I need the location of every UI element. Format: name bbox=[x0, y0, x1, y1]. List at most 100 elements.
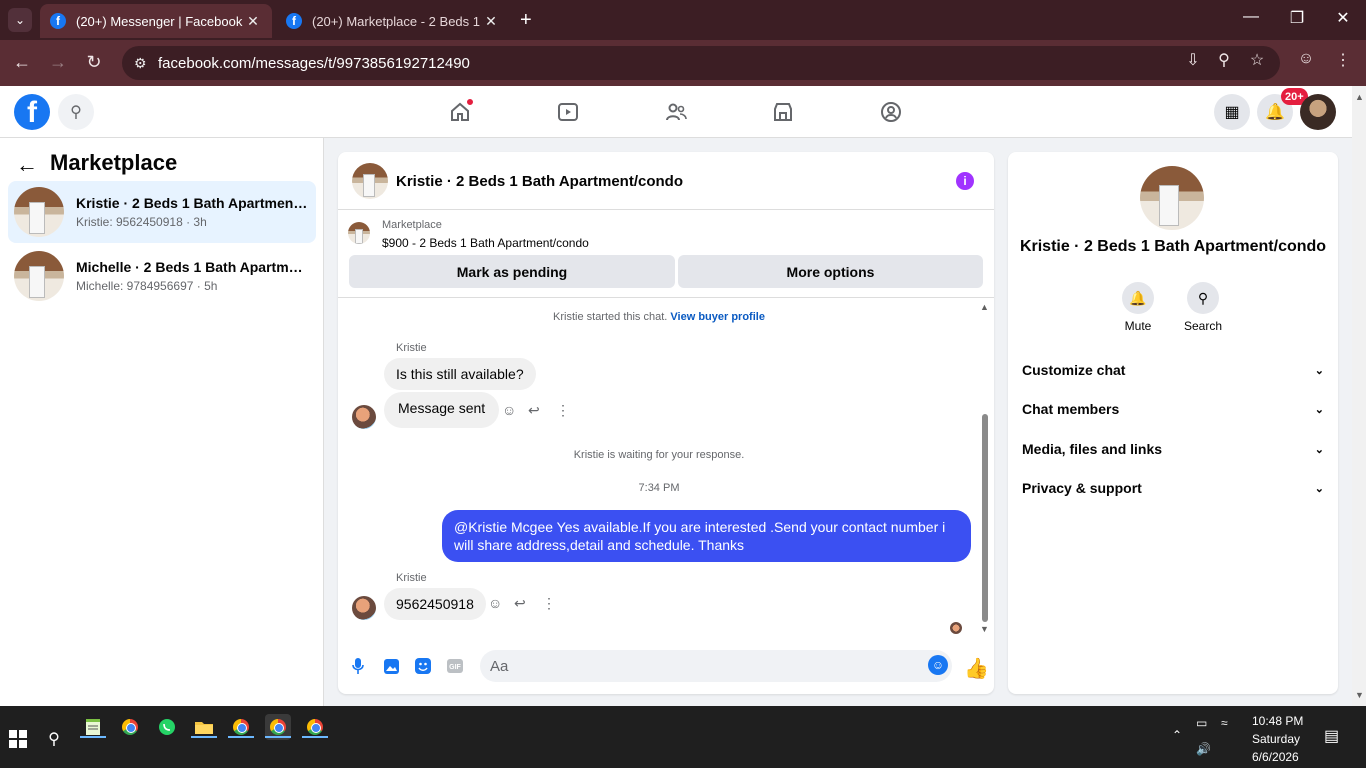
mute-label: Mute bbox=[1124, 319, 1152, 333]
section-label: Chat members bbox=[1022, 401, 1120, 417]
volume-icon[interactable]: 🔊 bbox=[1196, 742, 1211, 756]
page-scroll-down-icon[interactable]: ▼ bbox=[1355, 690, 1364, 700]
tab-title: (20+) Marketplace - 2 Beds 1 Ba bbox=[312, 13, 482, 29]
tab-marketplace[interactable]: f (20+) Marketplace - 2 Beds 1 Ba ✕ bbox=[276, 4, 510, 38]
section-chat-members[interactable]: Chat members ⌄ bbox=[1022, 398, 1324, 420]
clock-time: 10:48 PM bbox=[1252, 714, 1304, 728]
tab-close-icon[interactable]: ✕ bbox=[244, 13, 262, 30]
listing-thumbnail bbox=[14, 251, 64, 301]
outgoing-message[interactable]: @Kristie Mcgee Yes available.If you are … bbox=[442, 510, 971, 562]
taskbar-search-icon[interactable]: ⚲ bbox=[41, 726, 67, 752]
minimize-icon[interactable]: — bbox=[1236, 8, 1266, 26]
marketplace-icon[interactable] bbox=[769, 98, 797, 126]
conversation-item[interactable]: Kristie · 2 Beds 1 Bath Apartment/condo … bbox=[8, 181, 316, 243]
like-thumb-icon[interactable]: 👍 bbox=[964, 656, 989, 681]
incoming-message[interactable]: Is this still available? bbox=[384, 358, 536, 390]
tab-messenger[interactable]: f (20+) Messenger | Facebook ✕ bbox=[40, 4, 272, 38]
more-actions-icon[interactable]: ⋮ bbox=[556, 402, 570, 419]
sender-avatar[interactable] bbox=[352, 596, 376, 620]
section-customize-chat[interactable]: Customize chat ⌄ bbox=[1022, 359, 1324, 381]
marketplace-listing-strip: Marketplace $900 - 2 Beds 1 Bath Apartme… bbox=[338, 210, 994, 298]
back-arrow-icon[interactable]: ← bbox=[16, 152, 38, 178]
url-text: facebook.com/messages/t/9973856192712490 bbox=[158, 54, 470, 72]
whatsapp-app-icon[interactable] bbox=[154, 714, 180, 740]
chat-title[interactable]: Kristie · 2 Beds 1 Bath Apartment/condo bbox=[396, 173, 683, 190]
facebook-top-nav: f ⚲ ▦ 🔔 bbox=[0, 86, 1352, 138]
window-close-icon[interactable]: ✕ bbox=[1328, 8, 1358, 28]
address-bar[interactable]: ⚙ facebook.com/messages/t/99738561927124… bbox=[122, 46, 1280, 80]
windows-start-icon[interactable] bbox=[5, 726, 31, 752]
chevron-down-icon: ⌄ bbox=[1314, 364, 1324, 377]
view-buyer-profile-link[interactable]: View buyer profile bbox=[670, 311, 765, 323]
bookmark-star-icon[interactable]: ☆ bbox=[1246, 50, 1268, 70]
running-indicator bbox=[191, 736, 217, 738]
sender-avatar[interactable] bbox=[352, 405, 376, 429]
search-icon[interactable]: ⚲ bbox=[58, 94, 94, 130]
new-tab-icon[interactable]: + bbox=[520, 10, 532, 30]
back-icon[interactable]: ← bbox=[10, 52, 34, 73]
sender-name: Kristie bbox=[396, 572, 427, 584]
conversation-item[interactable]: Michelle · 2 Beds 1 Bath Apartment/condo… bbox=[8, 245, 316, 307]
scroll-down-arrow-icon[interactable]: ▼ bbox=[980, 624, 989, 634]
reply-icon[interactable]: ↩ bbox=[528, 402, 540, 419]
react-emoji-icon[interactable]: ☺ bbox=[502, 402, 516, 418]
more-actions-icon[interactable]: ⋮ bbox=[542, 595, 556, 612]
mark-as-pending-button[interactable]: Mark as pending bbox=[349, 255, 675, 288]
panel-title: Marketplace bbox=[50, 150, 178, 175]
page-scrollbar[interactable]: ▲ ▼ bbox=[1352, 86, 1366, 706]
restore-icon[interactable]: ❐ bbox=[1282, 8, 1312, 28]
message-list: Kristie started this chat. View buyer pr… bbox=[338, 298, 994, 640]
gif-icon[interactable]: GIF bbox=[445, 656, 465, 676]
groups-icon[interactable] bbox=[877, 98, 905, 126]
listing-thumbnail[interactable] bbox=[1140, 166, 1204, 230]
chat-header: Kristie · 2 Beds 1 Bath Apartment/condo … bbox=[338, 152, 994, 210]
incoming-message[interactable]: Message sent bbox=[384, 392, 500, 428]
more-options-button[interactable]: More options bbox=[678, 255, 983, 288]
facebook-logo-icon[interactable]: f bbox=[14, 94, 50, 130]
friends-icon[interactable] bbox=[662, 98, 690, 126]
chat-started-text: Kristie started this chat. bbox=[553, 311, 668, 323]
incoming-message[interactable]: 9562450918 bbox=[384, 588, 486, 620]
system-clock[interactable]: 10:48 PM Saturday 6/6/2026 bbox=[1252, 712, 1303, 766]
action-center-icon[interactable]: ▤ bbox=[1324, 726, 1339, 746]
listing-price-title[interactable]: $900 - 2 Beds 1 Bath Apartment/condo bbox=[382, 236, 589, 250]
sticker-icon[interactable] bbox=[413, 656, 433, 676]
emoji-icon[interactable]: ☺ bbox=[928, 655, 948, 675]
marketplace-conversations-panel: ← Marketplace Kristie · 2 Beds 1 Bath Ap… bbox=[0, 138, 324, 706]
tab-search-chevron-icon[interactable]: ⌄ bbox=[8, 8, 32, 32]
battery-icon[interactable]: ▭ bbox=[1196, 716, 1207, 730]
section-media-files-links[interactable]: Media, files and links ⌄ bbox=[1022, 438, 1324, 460]
search-in-chat-icon[interactable]: ⚲ bbox=[1187, 282, 1219, 314]
video-icon[interactable] bbox=[554, 98, 582, 126]
site-info-icon[interactable]: ⚙ bbox=[134, 55, 147, 72]
chevron-down-icon: ⌄ bbox=[1314, 482, 1324, 495]
wifi-icon[interactable]: ≈ bbox=[1221, 716, 1228, 730]
mute-bell-icon[interactable]: 🔔 bbox=[1122, 282, 1154, 314]
react-emoji-icon[interactable]: ☺ bbox=[488, 595, 502, 611]
message-input[interactable]: Aa bbox=[480, 650, 952, 682]
home-notification-dot bbox=[466, 98, 474, 106]
menu-grid-icon[interactable]: ▦ bbox=[1214, 94, 1250, 130]
show-hidden-icons-chevron-icon[interactable]: ⌃ bbox=[1172, 728, 1182, 742]
message-scrollbar[interactable] bbox=[982, 414, 988, 622]
section-privacy-support[interactable]: Privacy & support ⌄ bbox=[1022, 477, 1324, 499]
forward-icon[interactable]: → bbox=[46, 52, 70, 73]
zoom-icon[interactable]: ⚲ bbox=[1213, 50, 1235, 70]
conversation-info-panel: Kristie · 2 Beds 1 Bath Apartment/condo … bbox=[1008, 152, 1338, 694]
tab-close-icon[interactable]: ✕ bbox=[482, 13, 500, 30]
chrome-menu-icon[interactable]: ⋮ bbox=[1332, 50, 1354, 70]
reload-icon[interactable]: ↻ bbox=[82, 52, 106, 73]
sender-name: Kristie bbox=[396, 342, 427, 354]
chrome-app-icon[interactable] bbox=[117, 714, 143, 740]
page-scroll-up-icon[interactable]: ▲ bbox=[1355, 92, 1364, 102]
section-label: Privacy & support bbox=[1022, 480, 1142, 496]
listing-thumbnail[interactable] bbox=[352, 163, 388, 199]
profile-icon[interactable]: ☺ bbox=[1295, 50, 1317, 68]
microphone-icon[interactable] bbox=[348, 656, 368, 676]
reply-icon[interactable]: ↩ bbox=[514, 595, 526, 612]
install-app-icon[interactable]: ⇩ bbox=[1182, 50, 1204, 70]
info-icon[interactable]: i bbox=[956, 172, 974, 190]
scroll-up-arrow-icon[interactable]: ▲ bbox=[980, 302, 989, 312]
photo-icon[interactable] bbox=[381, 656, 401, 676]
account-avatar[interactable] bbox=[1300, 94, 1336, 130]
